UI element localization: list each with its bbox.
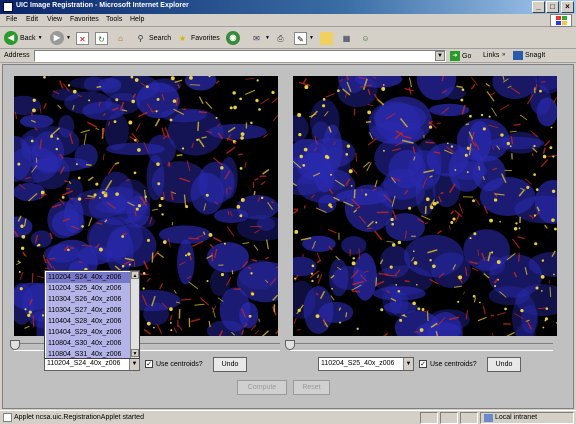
intranet-icon: [484, 414, 493, 422]
messenger-button[interactable]: ☺: [359, 30, 372, 46]
reset-button[interactable]: Reset: [293, 380, 330, 395]
zone-indicator: Local intranet: [480, 412, 574, 424]
menu-bar: File Edit View Favorites Tools Help: [0, 14, 576, 27]
menu-file[interactable]: File: [6, 16, 17, 23]
applet-status-icon: [3, 413, 12, 422]
dropdown-option[interactable]: 110304_S26_40x_z006: [46, 294, 130, 305]
status-segment: [440, 412, 458, 424]
status-segment: [420, 412, 438, 424]
title-bar: UIC Image Registration - Microsoft Inter…: [0, 0, 576, 14]
window-title: UIC Image Registration - Microsoft Inter…: [16, 2, 189, 9]
search-button[interactable]: ⚲ Search: [134, 30, 172, 46]
dropdown-scrollbar[interactable]: ▲ ▼: [130, 271, 139, 358]
forward-button[interactable]: ▶ ▼: [50, 30, 71, 46]
back-button[interactable]: ◀ Back ▼: [4, 30, 43, 46]
menu-view[interactable]: View: [47, 16, 62, 23]
registration-applet: 110204_S24_40x_z006 ▼ ✓ Use centroids? U…: [3, 65, 573, 408]
menu-favorites[interactable]: Favorites: [70, 16, 99, 23]
chevron-down-icon: ▼: [37, 35, 43, 41]
right-use-centroids-checkbox[interactable]: ✓: [419, 360, 427, 368]
folder-icon: [320, 31, 333, 45]
left-use-centroids-checkbox[interactable]: ✓: [145, 360, 153, 368]
favorites-button[interactable]: ★ Favorites: [176, 30, 220, 46]
dropdown-option[interactable]: 110404_S28_40x_z006: [46, 316, 130, 327]
search-icon: ⚲: [137, 33, 144, 43]
ie-icon: [3, 2, 13, 12]
menu-help[interactable]: Help: [130, 16, 144, 23]
home-icon: ⌂: [118, 33, 123, 43]
left-undo-button[interactable]: Undo: [213, 357, 247, 372]
links-button[interactable]: Links: [483, 52, 499, 59]
status-text: Applet ncsa.uic.RegistrationApplet start…: [14, 414, 144, 421]
address-label: Address: [4, 52, 30, 59]
dropdown-option[interactable]: 110304_S27_40x_z006: [46, 305, 130, 316]
left-use-centroids[interactable]: ✓ Use centroids?: [145, 360, 203, 368]
right-slider-track[interactable]: [290, 343, 553, 351]
chevron-right-icon: »: [502, 52, 506, 58]
dropdown-option[interactable]: 110804_S30_40x_z006: [46, 338, 130, 349]
right-use-centroids[interactable]: ✓ Use centroids?: [419, 360, 477, 368]
go-arrow-icon: ➜: [450, 51, 460, 61]
chevron-down-icon: ▼: [309, 35, 314, 41]
mail-icon: ✉: [253, 33, 260, 43]
chevron-down-icon: ▼: [66, 35, 71, 41]
refresh-button[interactable]: ↻: [95, 30, 108, 46]
compute-button[interactable]: Compute: [237, 380, 287, 395]
right-image-select[interactable]: 110204_S25_40x_z006 ▼: [318, 357, 414, 371]
scroll-up-icon[interactable]: ▲: [131, 271, 139, 279]
menu-tools[interactable]: Tools: [106, 16, 122, 23]
edit-button[interactable]: ✎ ▼: [294, 30, 314, 46]
dropdown-option[interactable]: 110204_S25_40x_z006: [46, 283, 130, 294]
minimize-button[interactable]: _: [532, 1, 545, 13]
star-icon: ★: [178, 33, 187, 43]
print-button[interactable]: ⎙: [274, 30, 287, 46]
windows-logo-icon: [550, 14, 572, 27]
dropdown-option[interactable]: 110204_S24_40x_z006: [46, 272, 130, 283]
chevron-down-icon[interactable]: ▼: [435, 51, 445, 61]
standard-toolbar: ◀ Back ▼ ▶ ▼ ✕ ↻ ⌂ ⚲ Search ★ Favorites …: [0, 27, 576, 49]
snagit-button[interactable]: SnagIt: [513, 51, 545, 60]
left-image-select[interactable]: 110204_S24_40x_z006 ▼: [44, 357, 140, 371]
media-button[interactable]: ◉: [226, 30, 240, 46]
refresh-icon: ↻: [95, 31, 108, 45]
scroll-down-icon[interactable]: ▼: [131, 349, 139, 357]
close-button[interactable]: ×: [561, 1, 574, 13]
media-icon: ◉: [226, 31, 240, 45]
back-arrow-icon: ◀: [4, 31, 18, 45]
chevron-down-icon[interactable]: ▼: [403, 358, 413, 370]
chevron-down-icon[interactable]: ▼: [129, 358, 139, 370]
go-button[interactable]: ➜ Go: [450, 51, 471, 61]
dropdown-option[interactable]: 110804_S31_40x_z006: [46, 349, 130, 358]
forward-arrow-icon: ▶: [50, 31, 64, 45]
home-button[interactable]: ⌂: [114, 30, 127, 46]
stop-button[interactable]: ✕: [76, 30, 89, 46]
dropdown-option[interactable]: 110404_S29_40x_z006: [46, 327, 130, 338]
right-slider-thumb[interactable]: [285, 340, 295, 350]
messenger-icon: ☺: [361, 33, 370, 43]
chevron-down-icon: ▼: [265, 35, 270, 41]
left-slider-thumb[interactable]: [10, 340, 20, 350]
browser-content: 110204_S24_40x_z006 ▼ ✓ Use centroids? U…: [2, 64, 574, 409]
snagit-icon: [513, 51, 523, 60]
mail-button[interactable]: ✉ ▼: [250, 30, 270, 46]
address-input[interactable]: ▼: [34, 50, 446, 62]
maximize-button[interactable]: □: [546, 1, 559, 13]
edit-icon: ✎: [294, 31, 307, 45]
folder-button[interactable]: [320, 30, 333, 46]
print-icon: ⎙: [277, 33, 284, 43]
research-icon: ▦: [342, 33, 351, 43]
status-bar: Applet ncsa.uic.RegistrationApplet start…: [0, 410, 576, 424]
image-dropdown-list[interactable]: 110204_S24_40x_z006 110204_S25_40x_z006 …: [44, 270, 140, 359]
right-undo-button[interactable]: Undo: [487, 357, 521, 372]
status-segment: [460, 412, 478, 424]
right-microscopy-image[interactable]: [293, 76, 557, 336]
address-bar: Address ▼ ➜ Go Links » SnagIt: [0, 49, 576, 63]
stop-icon: ✕: [76, 31, 89, 45]
research-button[interactable]: ▦: [340, 30, 353, 46]
menu-edit[interactable]: Edit: [26, 16, 38, 23]
